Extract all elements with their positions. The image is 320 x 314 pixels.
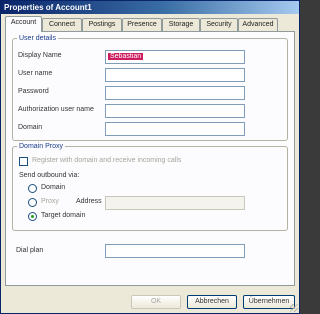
properties-dialog: Properties of Account1 Account Connect P… — [0, 0, 300, 314]
resize-grip-icon[interactable] — [290, 304, 298, 312]
account-panel: User details Display Name Sebastian User… — [5, 31, 295, 286]
tab-account[interactable]: Account — [5, 16, 42, 32]
proxy-radio[interactable] — [28, 198, 37, 207]
title-bar: Properties of Account1 — [1, 1, 299, 14]
ok-button[interactable]: OK — [131, 295, 181, 309]
display-name-value: Sebastian — [108, 53, 144, 60]
register-checkbox-label: Register with domain and receive incomin… — [32, 157, 182, 164]
domain-field[interactable] — [105, 122, 245, 136]
auth-username-field[interactable] — [105, 104, 245, 118]
tab-postings[interactable]: Postings — [82, 18, 122, 31]
target-domain-radio[interactable] — [28, 212, 37, 221]
display-name-field[interactable]: Sebastian — [105, 50, 245, 64]
auth-username-label: Authorization user name — [18, 106, 94, 113]
tab-strip: Account Connect Postings Presence Storag… — [5, 16, 297, 32]
dial-plan-label: Dial plan — [16, 247, 44, 254]
apply-button[interactable]: Übernehmen — [243, 295, 295, 309]
username-label: User name — [18, 70, 53, 77]
target-domain-radio-label: Target domain — [41, 212, 86, 219]
user-details-legend: User details — [19, 35, 56, 42]
tab-connect[interactable]: Connect — [42, 18, 82, 31]
domain-label: Domain — [18, 124, 43, 131]
password-field[interactable] — [105, 86, 245, 100]
proxy-radio-label: Proxy — [41, 198, 59, 205]
domain-radio-label: Domain — [41, 184, 66, 191]
display-name-label: Display Name — [18, 52, 62, 59]
password-label: Password — [18, 88, 49, 95]
domain-proxy-legend: Domain Proxy — [19, 143, 63, 150]
tab-advanced[interactable]: Advanced — [238, 18, 278, 31]
address-label: Address — [76, 198, 102, 205]
tab-security[interactable]: Security — [200, 18, 238, 31]
domain-radio[interactable] — [28, 184, 37, 193]
register-checkbox[interactable] — [19, 157, 28, 166]
send-outbound-label: Send outbound via: — [19, 172, 80, 179]
cancel-button[interactable]: Abbrechen — [187, 295, 237, 309]
dial-plan-field[interactable] — [105, 244, 245, 258]
proxy-address-field[interactable] — [105, 196, 245, 210]
username-field[interactable] — [105, 68, 245, 82]
tab-storage[interactable]: Storage — [162, 18, 200, 31]
tab-presence[interactable]: Presence — [122, 18, 162, 31]
